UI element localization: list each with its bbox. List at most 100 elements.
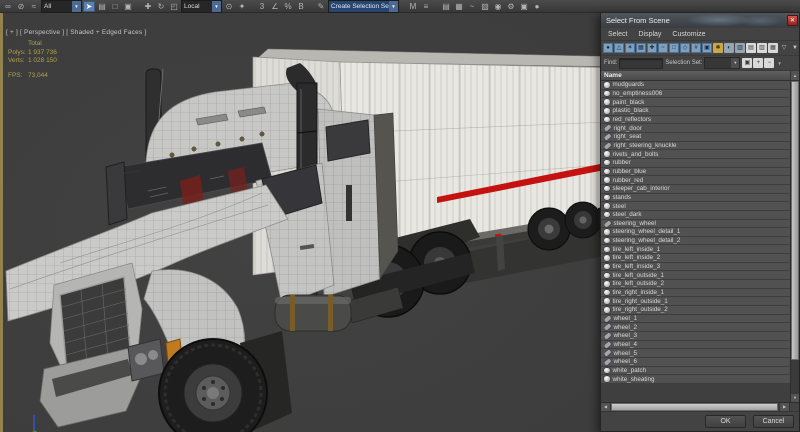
selection-set-dropdown[interactable]: ▼ — [704, 57, 740, 69]
add-to-selection-set-icon[interactable]: + — [753, 58, 763, 68]
angle-snap-toggle-icon[interactable]: ∠ — [269, 1, 281, 12]
advanced-filter-icon[interactable]: ▼ — [790, 43, 800, 53]
list-item[interactable]: wheel_2 — [601, 323, 790, 332]
select-object-icon[interactable]: ➤ — [83, 1, 95, 12]
list-item[interactable]: right_door — [601, 124, 790, 133]
list-item[interactable]: sleeper_cab_interior — [601, 185, 790, 194]
menu-customize[interactable]: Customize — [672, 31, 705, 38]
select-and-link-icon[interactable]: ∞ — [2, 1, 14, 12]
material-editor-icon[interactable]: ◉ — [492, 1, 504, 12]
display-lights-icon[interactable]: ✶ — [625, 43, 635, 53]
list-item[interactable]: steering_wheel_detail_1 — [601, 228, 790, 237]
filter-icon[interactable]: ▽ — [779, 43, 789, 53]
sync-selection-icon[interactable]: ▥ — [735, 43, 745, 53]
select-and-move-icon[interactable]: ✚ — [142, 1, 154, 12]
list-item[interactable]: tire_right_outside_2 — [601, 306, 790, 315]
selection-filter-dropdown[interactable]: All▼ — [41, 0, 82, 13]
list-item[interactable]: tire_left_inside_1 — [601, 245, 790, 254]
rectangular-selection-region-icon[interactable]: □ — [109, 1, 121, 12]
align-icon[interactable]: ≡ — [420, 1, 432, 12]
menu-select[interactable]: Select — [608, 31, 627, 38]
subtract-from-selection-set-icon[interactable]: − — [764, 58, 774, 68]
list-item[interactable]: wheel_4 — [601, 341, 790, 350]
list-item[interactable]: right_steering_knuckle — [601, 142, 790, 151]
horizontal-scroll-thumb[interactable] — [611, 403, 778, 411]
list-item[interactable]: steering_wheel_detail_2 — [601, 237, 790, 246]
list-item[interactable]: wheel_5 — [601, 349, 790, 358]
display-frozen-objects-icon[interactable]: ✱ — [713, 43, 723, 53]
expand-icon[interactable]: ▼ — [777, 61, 781, 66]
render-production-icon[interactable]: ● — [531, 1, 543, 12]
close-icon[interactable]: ✕ — [787, 15, 798, 26]
create-selection-set-icon[interactable]: ▣ — [742, 58, 752, 68]
display-space-warps-icon[interactable]: ~ — [658, 43, 668, 53]
list-item[interactable]: white_sheating — [601, 375, 790, 384]
render-setup-icon[interactable]: ⚙ — [505, 1, 517, 12]
percent-snap-toggle-icon[interactable]: % — [282, 1, 294, 12]
list-item[interactable]: rubber_red — [601, 176, 790, 185]
chevron-down-icon[interactable]: ▼ — [212, 1, 221, 12]
list-item[interactable]: tire_left_inside_2 — [601, 254, 790, 263]
display-geometry-icon[interactable]: ● — [603, 43, 613, 53]
use-pivot-point-center-icon[interactable]: ⊙ — [223, 1, 235, 12]
list-item[interactable]: plastic_black — [601, 107, 790, 116]
chevron-down-icon[interactable]: ▼ — [389, 1, 398, 12]
select-by-name-icon[interactable]: ▤ — [96, 1, 108, 12]
list-item[interactable]: steering_wheel — [601, 220, 790, 229]
unlink-selection-icon[interactable]: ⊘ — [15, 1, 27, 12]
list-item[interactable]: red_reflectors — [601, 116, 790, 125]
display-hidden-objects-icon[interactable]: ◐ — [724, 43, 734, 53]
mirror-icon[interactable]: M — [407, 1, 419, 12]
display-helpers-icon[interactable]: ✚ — [647, 43, 657, 53]
list-item[interactable]: wheel_6 — [601, 358, 790, 367]
vertical-scrollbar[interactable]: ▼ — [790, 81, 799, 402]
vertical-scroll-thumb[interactable] — [791, 81, 799, 360]
horizontal-scrollbar[interactable]: ◀ ▶ — [601, 402, 799, 411]
graphite-modeling-tools-icon[interactable]: ▦ — [453, 1, 465, 12]
viewport-label[interactable]: [ + ] [ Perspective ] [ Shaded + Edged F… — [6, 29, 146, 36]
display-cameras-icon[interactable]: ▦ — [636, 43, 646, 53]
list-item[interactable]: wheel_1 — [601, 315, 790, 324]
list-item[interactable]: paint_black — [601, 98, 790, 107]
find-input[interactable] — [619, 58, 663, 69]
list-item[interactable]: tire_left_outside_1 — [601, 271, 790, 280]
select-and-scale-icon[interactable]: ◰ — [168, 1, 180, 12]
list-item[interactable]: tire_left_inside_3 — [601, 263, 790, 272]
layer-manager-icon[interactable]: ▤ — [440, 1, 452, 12]
list-item[interactable]: rivets_and_bolts — [601, 150, 790, 159]
named-selection-sets-dropdown[interactable]: Create Selection Se▼ — [328, 0, 399, 13]
select-all-icon[interactable]: ▤ — [746, 43, 756, 53]
scroll-right-icon[interactable]: ▶ — [780, 403, 790, 411]
list-item[interactable]: tire_right_inside_1 — [601, 289, 790, 298]
chevron-down-icon[interactable]: ▼ — [72, 1, 81, 12]
reference-coordinate-system-dropdown[interactable]: Local▼ — [181, 0, 222, 13]
menu-display[interactable]: Display — [638, 31, 661, 38]
curve-editor-icon[interactable]: ~ — [466, 1, 478, 12]
scroll-left-icon[interactable]: ◀ — [601, 403, 611, 411]
list-item[interactable]: rubber — [601, 159, 790, 168]
snaps-toggle-icon[interactable]: 3 — [256, 1, 268, 12]
display-containers-icon[interactable]: ▣ — [702, 43, 712, 53]
cancel-button[interactable]: Cancel — [753, 415, 794, 428]
bind-to-space-warp-icon[interactable]: ≈ — [28, 1, 40, 12]
list-item[interactable]: mudguards — [601, 81, 790, 90]
display-bones-icon[interactable]: # — [691, 43, 701, 53]
edit-named-selection-sets-icon[interactable]: ✎ — [315, 1, 327, 12]
scroll-down-icon[interactable]: ▼ — [791, 394, 799, 402]
select-invert-icon[interactable]: ▦ — [768, 43, 778, 53]
list-item[interactable]: right_seat — [601, 133, 790, 142]
list-item[interactable]: no_emptiness006 — [601, 90, 790, 99]
select-and-rotate-icon[interactable]: ↻ — [155, 1, 167, 12]
display-groups-icon[interactable]: □ — [669, 43, 679, 53]
spinner-snap-toggle-icon[interactable]: B — [295, 1, 307, 12]
schematic-view-icon[interactable]: ▧ — [479, 1, 491, 12]
display-shapes-icon[interactable]: △ — [614, 43, 624, 53]
rendered-frame-window-icon[interactable]: ▣ — [518, 1, 530, 12]
list-item[interactable]: tire_right_outside_1 — [601, 297, 790, 306]
display-xrefs-icon[interactable]: ◇ — [680, 43, 690, 53]
list-item[interactable]: tire_left_outside_2 — [601, 280, 790, 289]
list-item[interactable]: steel_dark — [601, 211, 790, 220]
chevron-down-icon[interactable]: ▼ — [731, 58, 739, 68]
list-item[interactable]: steel — [601, 202, 790, 211]
scroll-up-icon[interactable]: ▲ — [790, 71, 799, 80]
